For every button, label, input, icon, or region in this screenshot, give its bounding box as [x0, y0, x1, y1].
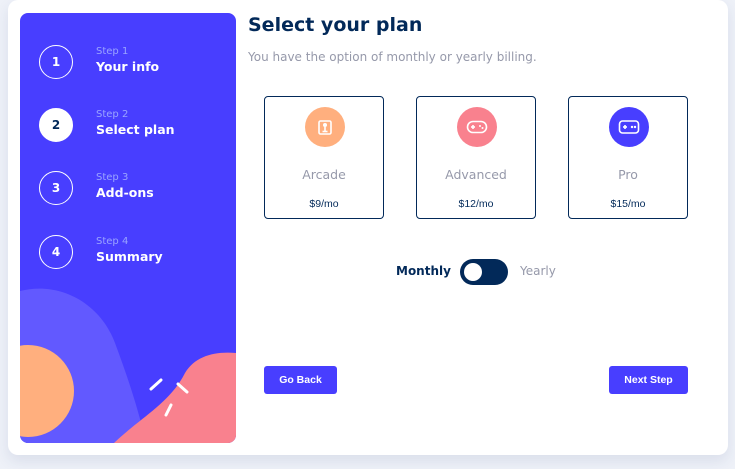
sidebar-step-1[interactable]: 1 Step 1 Your info: [39, 45, 229, 79]
gamepad-icon: [457, 107, 497, 147]
step-number: 3: [39, 171, 73, 205]
plan-name: Pro: [618, 167, 638, 182]
plan-card-arcade[interactable]: Arcade $9/mo: [264, 96, 384, 219]
step-title: Your info: [96, 59, 160, 74]
sidebar-step-3[interactable]: 3 Step 3 Add-ons: [39, 171, 229, 205]
step-title: Summary: [96, 249, 163, 264]
billing-toggle[interactable]: [460, 259, 508, 285]
page-subtitle: You have the option of monthly or yearly…: [248, 50, 537, 64]
go-back-button[interactable]: Go Back: [264, 366, 337, 394]
page-title: Select your plan: [248, 14, 423, 36]
plan-name: Arcade: [302, 167, 346, 182]
plan-card-advanced[interactable]: Advanced $12/mo: [416, 96, 536, 219]
step-title: Add-ons: [96, 185, 154, 200]
step-number: 1: [39, 45, 73, 79]
next-step-button[interactable]: Next Step: [609, 366, 688, 394]
step-caption: Step 1: [96, 46, 129, 57]
toggle-knob: [464, 263, 482, 281]
step-caption: Step 3: [96, 172, 129, 183]
step-title: Select plan: [96, 122, 175, 137]
plan-name: Advanced: [445, 167, 507, 182]
step-number: 4: [39, 235, 73, 269]
step-caption: Step 2: [96, 109, 129, 120]
plan-price: $15/mo: [610, 198, 646, 210]
step-number: 2: [39, 108, 73, 142]
plan-price: $9/mo: [309, 198, 339, 210]
plan-price: $12/mo: [458, 198, 494, 210]
billing-yearly-label[interactable]: Yearly: [520, 264, 556, 278]
plan-card-pro[interactable]: Pro $15/mo: [568, 96, 688, 219]
controller-icon: [609, 107, 649, 147]
billing-monthly-label[interactable]: Monthly: [396, 264, 451, 278]
sidebar-step-4[interactable]: 4 Step 4 Summary: [39, 235, 229, 269]
sidebar-step-2[interactable]: 2 Step 2 Select plan: [39, 108, 229, 142]
arcade-joystick-icon: [305, 107, 345, 147]
sidebar: 1 Step 1 Your info 2 Step 2 Select plan …: [20, 13, 236, 443]
step-caption: Step 4: [96, 236, 129, 247]
